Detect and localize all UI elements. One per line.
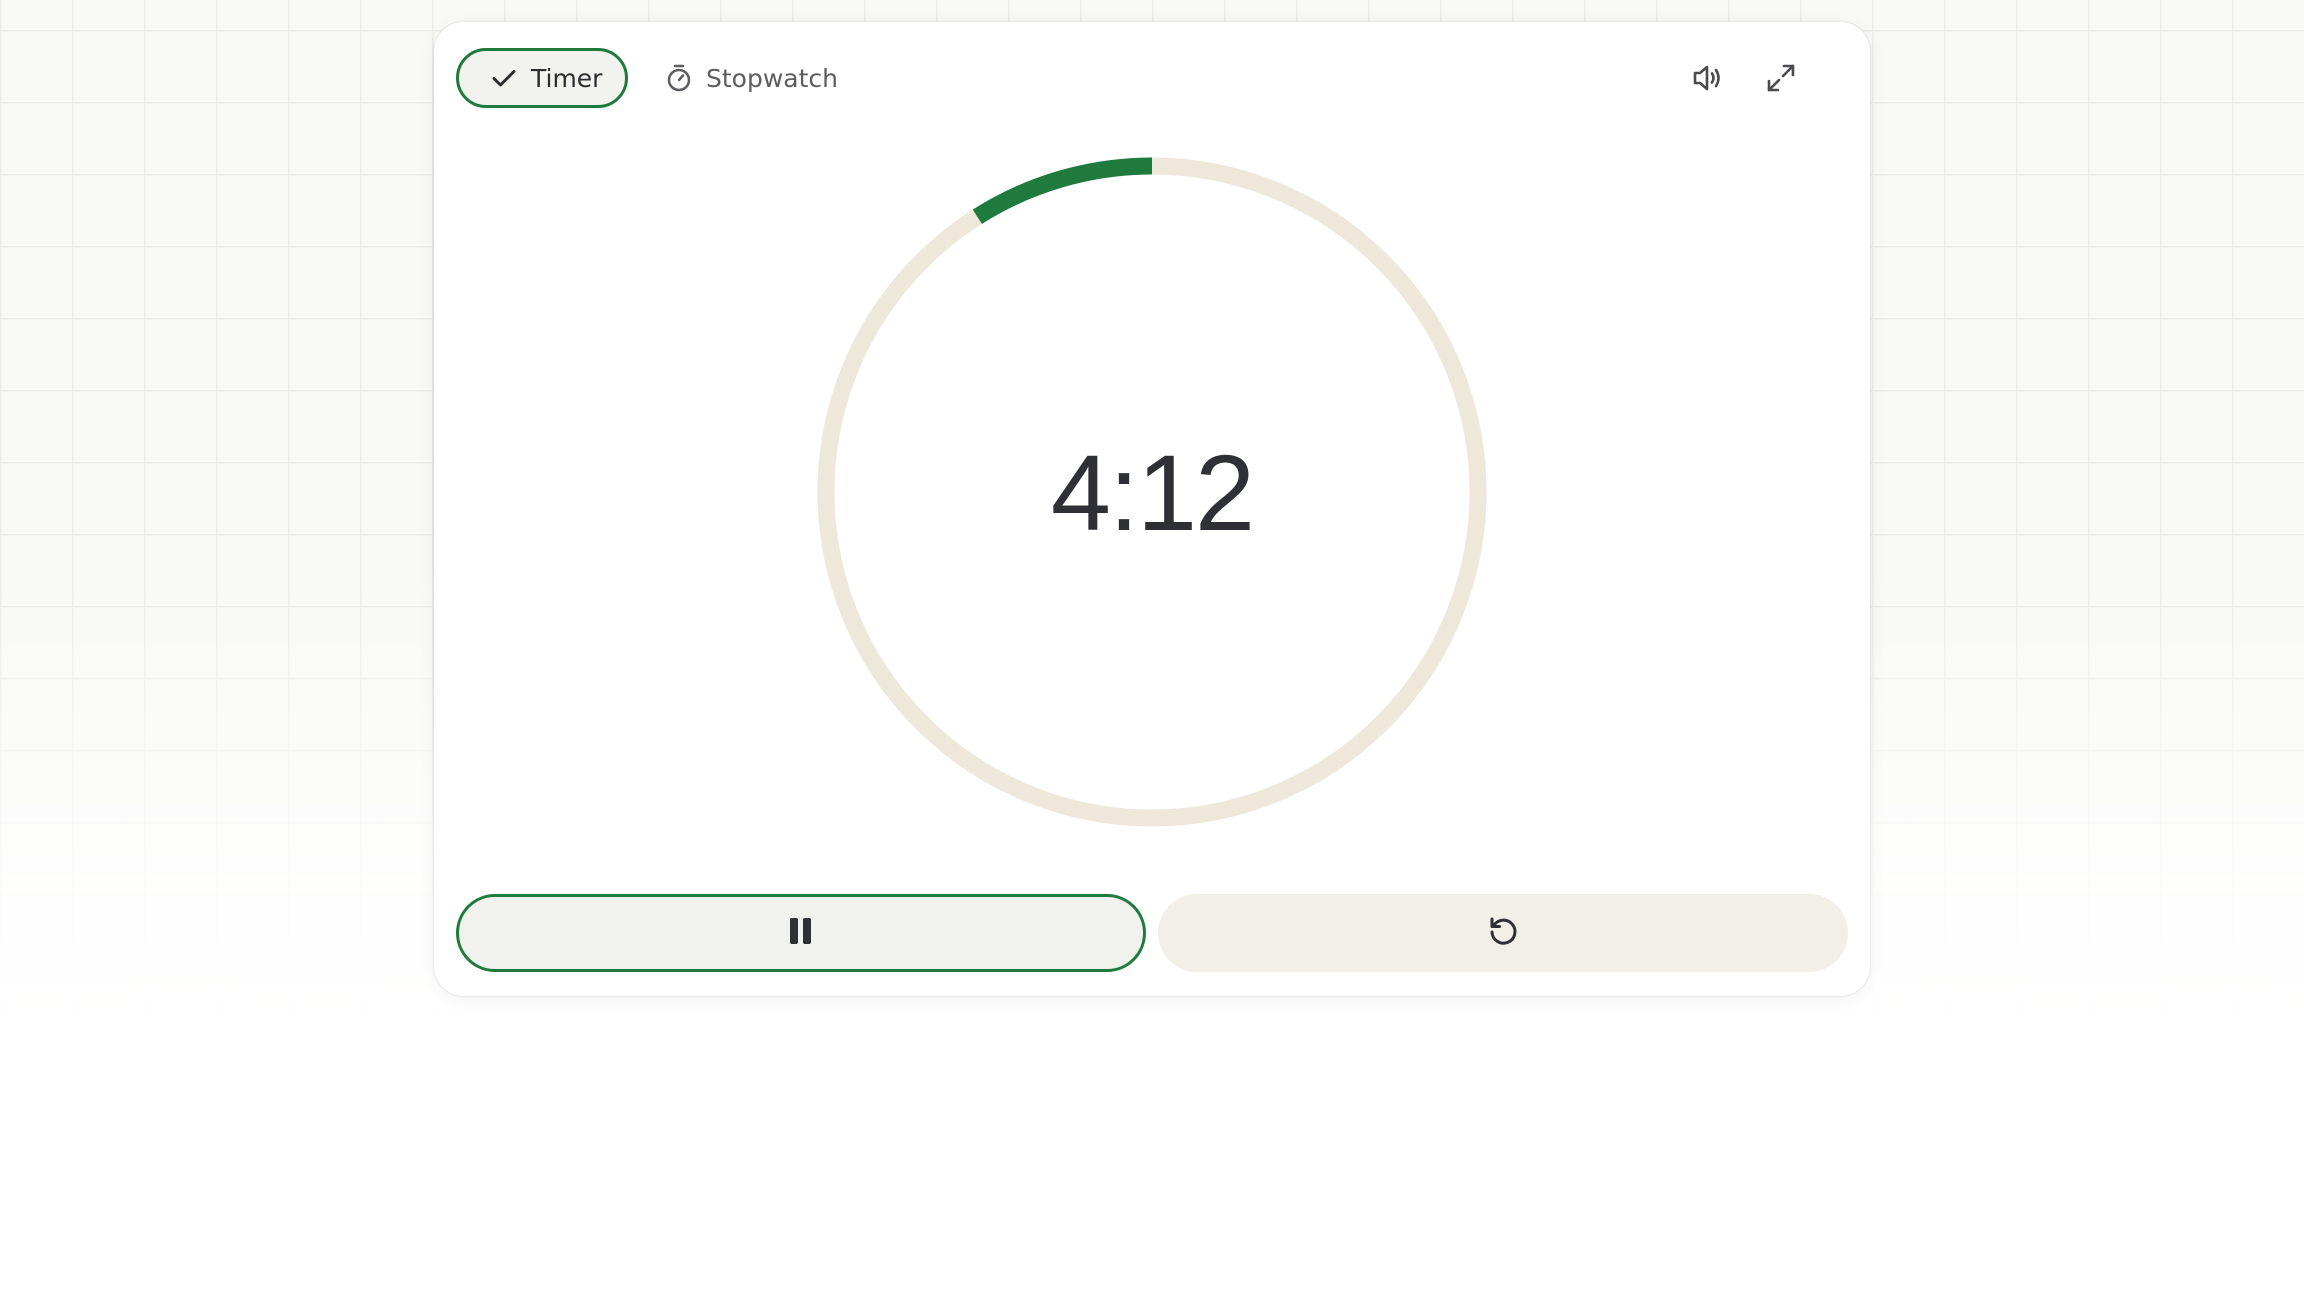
pause-icon — [786, 915, 816, 951]
check-icon — [489, 63, 519, 93]
timer-card: Timer Stopwatch 4:12 — [434, 22, 1870, 996]
tab-stopwatch-label: Stopwatch — [706, 63, 838, 93]
tab-timer-label: Timer — [531, 63, 603, 93]
tab-timer[interactable]: Timer — [456, 48, 628, 108]
volume-icon — [1690, 60, 1726, 100]
reset-button[interactable] — [1158, 894, 1848, 972]
time-remaining: 4:12 — [1050, 431, 1255, 553]
stopwatch-icon — [664, 63, 694, 93]
fullscreen-button[interactable] — [1759, 58, 1803, 102]
tab-stopwatch[interactable]: Stopwatch — [664, 48, 864, 108]
pause-button[interactable] — [456, 894, 1146, 972]
expand-icon — [1764, 61, 1798, 99]
sound-toggle-button[interactable] — [1686, 58, 1730, 102]
reset-icon — [1485, 913, 1521, 953]
